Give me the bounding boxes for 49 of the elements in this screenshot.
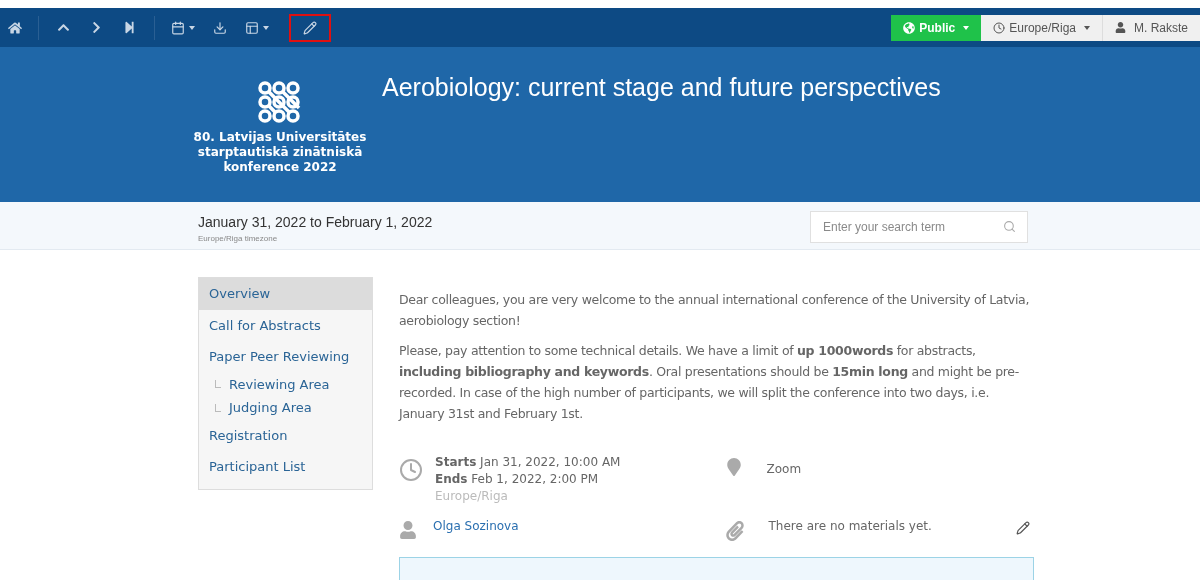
download-icon — [213, 20, 227, 35]
timezone-button[interactable]: Europe/Riga — [981, 14, 1103, 41]
menu-item[interactable]: Judging Area — [199, 396, 372, 420]
edit-icon[interactable] — [1016, 521, 1030, 535]
menu-item[interactable]: Overview — [199, 278, 372, 310]
logo-text: starptautiskā zinātniskā — [197, 145, 363, 160]
chevron-up-icon — [57, 21, 70, 34]
paperclip-icon — [724, 521, 745, 541]
edit-button[interactable] — [289, 13, 331, 42]
menu-item[interactable]: Reviewing Area — [199, 372, 372, 396]
tree-branch-icon — [215, 403, 221, 412]
event-title: Aerobiology: current stage and future perspectives — [382, 72, 941, 103]
pencil-icon — [303, 20, 317, 35]
tree-branch-icon — [215, 380, 221, 389]
user-icon — [1115, 22, 1126, 33]
location-text: Zoom — [766, 461, 802, 478]
timezone-note: Europe/Riga timezone — [198, 233, 279, 245]
location-pin-icon — [724, 458, 743, 476]
user-button[interactable]: M. Rakste — [1103, 14, 1200, 41]
person-icon — [399, 521, 417, 539]
chevron-right-icon — [90, 21, 103, 34]
menu-item[interactable]: Participant List — [199, 451, 372, 483]
pencil-icon — [1016, 521, 1030, 535]
layout-icon — [245, 20, 259, 35]
menu-item[interactable]: Registration — [199, 419, 372, 451]
globe-icon — [903, 21, 916, 34]
end-time: Ends Feb 1, 2022, 2:00 PM — [435, 471, 600, 488]
paragraph: Please, pay attention to some technical details. We have a limit of up 1000words for abstracts, including bibliography and keywords. Oral presentations should be 15min long and might be pre-recorded. In case of the high number of participants, we will split the conference into two days, i.e. January 31st and February 1st. — [399, 342, 1020, 423]
materials-text: There are no materials yet. — [768, 518, 933, 535]
search-field[interactable]: Enter your search term — [810, 211, 1028, 243]
chair-link[interactable]: Olga Sozinova — [433, 517, 519, 541]
event-dates: January 31, 2022 to February 1, 2022 — [198, 213, 433, 232]
logo-text: konference 2022 — [223, 160, 337, 175]
caret-icon — [1084, 25, 1090, 30]
logo-text: 80. Latvijas Universitātes — [193, 130, 367, 145]
menu-item[interactable]: Paper Peer Reviewing — [199, 341, 372, 373]
paragraph: Dear colleagues, you are very welcome to the annual international conference of the University of Latvia, aerobiology section! — [399, 291, 1031, 330]
search-icon — [1003, 220, 1016, 233]
caret-icon — [963, 25, 970, 30]
menu-item[interactable]: Call for Abstracts — [199, 309, 372, 341]
caret-icon — [189, 25, 195, 30]
timezone-text: Europe/Riga — [435, 488, 509, 505]
home-icon — [8, 20, 22, 35]
clock-icon — [993, 21, 1006, 34]
clock-icon — [399, 458, 423, 482]
start-time: Starts Jan 31, 2022, 10:00 AM — [435, 454, 621, 471]
calendar-icon — [171, 20, 185, 35]
skip-forward-icon — [123, 21, 136, 34]
caret-icon — [263, 25, 269, 30]
